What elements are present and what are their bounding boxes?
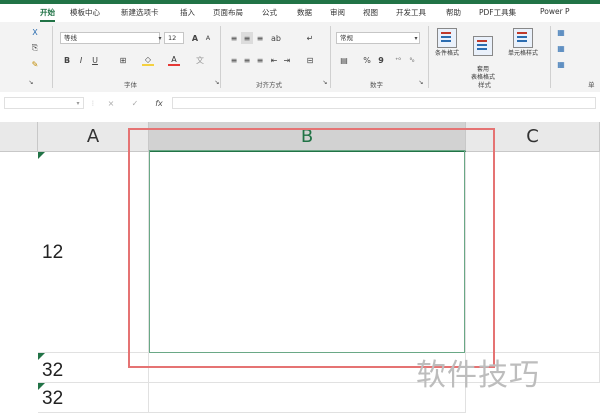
- highlight-annotation-frame: [128, 128, 495, 368]
- separator: [330, 26, 331, 88]
- tab-power[interactable]: Power P: [540, 7, 570, 16]
- number-format-dropdown-icon[interactable]: ▾: [412, 32, 420, 44]
- formula-bar: ▾ ⋮ × ✓ fx: [0, 92, 600, 115]
- number-launcher-icon[interactable]: ↘: [416, 78, 426, 86]
- tab-review[interactable]: 审阅: [330, 7, 345, 18]
- wrap-text-icon[interactable]: ↵: [304, 32, 316, 44]
- delete-cells-icon[interactable]: ▦: [555, 42, 567, 54]
- error-indicator-icon: [38, 152, 45, 159]
- styles-group-label: 样式: [478, 81, 491, 89]
- tab-help[interactable]: 帮助: [446, 7, 461, 18]
- tab-data[interactable]: 数据: [297, 7, 312, 18]
- separator: [52, 26, 53, 88]
- ribbon-tabs: 开始 模板中心 新建选项卡 插入 页面布局 公式 数据 审阅 视图 开发工具 帮…: [0, 4, 600, 22]
- alignment-group-label: 对齐方式: [256, 81, 282, 89]
- align-right-icon[interactable]: ≡: [254, 54, 266, 66]
- decrease-indent-icon[interactable]: ⇤: [268, 54, 280, 66]
- font-size-box[interactable]: 12: [164, 32, 184, 44]
- cell-value: 32: [42, 360, 64, 381]
- tab-pdf-tools[interactable]: PDF工具集: [479, 7, 516, 18]
- shrink-font-icon[interactable]: A: [203, 32, 213, 44]
- separator: [220, 26, 221, 88]
- conditional-formatting-label: 条件格式: [434, 50, 459, 57]
- tab-page-layout[interactable]: 页面布局: [213, 7, 243, 18]
- phonetic-icon[interactable]: 文: [194, 54, 206, 66]
- increase-decimal-icon[interactable]: ⁺⁰: [392, 54, 404, 66]
- conditional-formatting-button[interactable]: 条件格式: [430, 28, 464, 58]
- copy-icon[interactable]: ⎘: [29, 42, 41, 54]
- tab-view[interactable]: 视图: [363, 7, 378, 18]
- name-box-dropdown-icon[interactable]: ▾: [74, 97, 82, 109]
- enter-icon[interactable]: ✓: [130, 97, 140, 109]
- cut-icon[interactable]: X: [29, 26, 41, 38]
- watermark: 软件技巧: [416, 358, 540, 393]
- bold-button[interactable]: B: [62, 54, 72, 66]
- format-painter-icon[interactable]: ✎: [29, 58, 41, 70]
- insert-function-icon[interactable]: fx: [152, 97, 166, 109]
- align-center-icon[interactable]: ≡: [241, 54, 253, 66]
- merge-cells-icon[interactable]: ⊟: [304, 54, 316, 66]
- formula-bar-grip-icon: ⋮: [90, 99, 96, 107]
- tab-home[interactable]: 开始: [40, 7, 55, 22]
- percent-button[interactable]: %: [362, 54, 372, 66]
- comma-style-button[interactable]: 9: [376, 54, 386, 66]
- cell-styles-button[interactable]: 单元格样式: [500, 28, 546, 58]
- grow-font-icon[interactable]: A: [190, 32, 200, 44]
- underline-button[interactable]: U: [90, 54, 100, 66]
- font-color-icon[interactable]: A: [168, 54, 180, 66]
- name-box[interactable]: [4, 97, 84, 109]
- font-group-label: 字体: [124, 81, 137, 89]
- cancel-icon[interactable]: ×: [106, 97, 116, 109]
- accounting-format-icon[interactable]: ▤: [338, 54, 350, 66]
- insert-cells-icon[interactable]: ▦: [555, 26, 567, 38]
- cell-styles-label: 单元格样式: [507, 50, 538, 57]
- formula-input[interactable]: [172, 97, 596, 109]
- format-cells-icon[interactable]: ▦: [555, 58, 567, 70]
- cell-a-row3[interactable]: 32: [38, 383, 149, 413]
- align-middle-icon[interactable]: ≡: [241, 32, 253, 44]
- tab-new-tab[interactable]: 新建选项卡: [121, 7, 159, 18]
- cell-value: 12: [42, 242, 64, 263]
- align-top-icon[interactable]: ≡: [228, 32, 240, 44]
- tab-formulas[interactable]: 公式: [262, 7, 277, 18]
- font-name-dropdown-icon[interactable]: ▾: [156, 32, 164, 44]
- separator: [428, 26, 429, 88]
- separator: [550, 26, 551, 88]
- number-format-box[interactable]: 常规: [336, 32, 420, 44]
- font-name-box[interactable]: 等线: [60, 32, 160, 44]
- error-indicator-icon: [38, 353, 45, 360]
- number-group-label: 数字: [370, 81, 383, 89]
- format-as-table-icon: [473, 36, 493, 56]
- italic-button[interactable]: I: [76, 54, 86, 66]
- tab-insert[interactable]: 插入: [180, 7, 195, 18]
- increase-indent-icon[interactable]: ⇥: [281, 54, 293, 66]
- align-left-icon[interactable]: ≡: [228, 54, 240, 66]
- cells-group-label: 单: [588, 81, 595, 89]
- fill-color-icon[interactable]: ◇: [142, 54, 154, 66]
- orientation-icon[interactable]: ab: [268, 32, 284, 44]
- tab-developer[interactable]: 开发工具: [396, 7, 426, 18]
- borders-icon[interactable]: ⊞: [117, 54, 129, 66]
- cell-styles-icon: [513, 28, 533, 48]
- tab-template-center[interactable]: 模板中心: [70, 7, 100, 18]
- decrease-decimal-icon[interactable]: ⁰₀: [406, 54, 418, 66]
- cell-value: 32: [42, 388, 64, 409]
- align-bottom-icon[interactable]: ≡: [254, 32, 266, 44]
- select-all-corner[interactable]: [0, 122, 38, 152]
- conditional-formatting-icon: [437, 28, 457, 48]
- ribbon: X ⎘ ✎ ↘ 等线 ▾ 12 A A B I U ⊞ ◇ A 文 字体 ↘ ≡…: [0, 22, 600, 93]
- alignment-launcher-icon[interactable]: ↘: [320, 78, 330, 86]
- format-as-table-button[interactable]: 套用 表格格式: [466, 28, 500, 82]
- clipboard-launcher-icon[interactable]: ↘: [26, 78, 36, 86]
